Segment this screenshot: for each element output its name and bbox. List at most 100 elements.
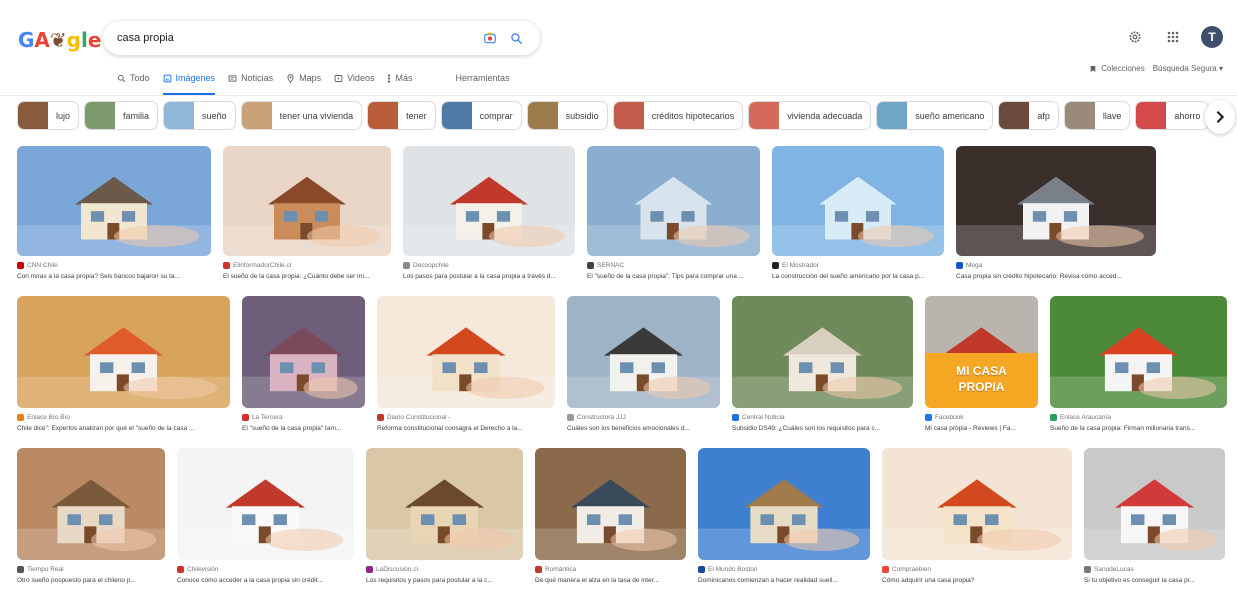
result-title-link[interactable]: Los requisitos y pasos para postular a l… [366, 577, 523, 584]
result-title-link[interactable]: De qué manera el alza en la tasa de inte… [535, 577, 686, 584]
chip-afp[interactable]: afp [998, 101, 1059, 130]
result-source[interactable]: Central Noticia [732, 413, 913, 422]
result-title-link[interactable]: Cómo adquirir una casa propia? [882, 577, 1072, 584]
result-title-link[interactable]: Mi casa propia - Reviews | Fa... [925, 425, 1038, 432]
result-title-link[interactable]: Dominicanos comienzan a hacer realidad s… [698, 577, 870, 584]
apps-grid-icon[interactable] [1163, 27, 1183, 47]
result-source[interactable]: Chilevisión [177, 565, 354, 574]
image-result-card[interactable]: CNN Chile Con miras a la casa propia? Sei… [17, 146, 211, 280]
result-thumbnail-image[interactable] [17, 146, 211, 256]
result-thumbnail-image[interactable] [17, 448, 165, 560]
result-thumbnail-image[interactable] [177, 448, 354, 560]
result-thumbnail-image[interactable] [366, 448, 523, 560]
result-thumbnail-image[interactable] [698, 448, 870, 560]
account-avatar[interactable]: T [1201, 26, 1223, 48]
image-result-card[interactable]: Enlace Bío Bío Chile dice": Expertos anal… [17, 296, 230, 432]
tab-maps[interactable]: Maps [286, 68, 321, 88]
collections-link[interactable]: Colecciones [1089, 64, 1145, 73]
result-title-link[interactable]: El "sueño de la casa propia": Tips para … [587, 273, 760, 280]
image-result-card[interactable]: Constructora JJJ Cuáles son los beneficio… [567, 296, 720, 432]
image-result-card[interactable]: Tiempo Real Otro sueño pospuesto para el … [17, 448, 165, 584]
result-source[interactable]: SanodeLucas [1084, 565, 1225, 574]
result-title-link[interactable]: Si tu objetivo es conseguir la casa pr..… [1084, 577, 1225, 584]
image-result-card[interactable]: Decoopchile Los pasos para postular a la … [403, 146, 575, 280]
result-source[interactable]: Enlace Bío Bío [17, 413, 230, 422]
result-source[interactable]: Romántica [535, 565, 686, 574]
image-result-card[interactable]: El Mundo Boston Dominicanos comienzan a h… [698, 448, 870, 584]
result-source[interactable]: Tiempo Real [17, 565, 165, 574]
chip-vivienda-adecuada[interactable]: vivienda adecuada [748, 101, 872, 130]
image-result-card[interactable]: Diario Constitucional - Reforma constituc… [377, 296, 555, 432]
image-result-card[interactable]: MI CASA PROPIA Facebook Mi casa propia - Re… [925, 296, 1038, 432]
result-title-link[interactable]: Conoce cómo acceder a la casa propia sin… [177, 577, 354, 584]
result-title-link[interactable]: Otro sueño pospuesto para el chileno p..… [17, 577, 165, 584]
result-thumbnail-image[interactable] [732, 296, 913, 408]
chip-créditos-hipotecarios[interactable]: créditos hipotecarios [612, 101, 744, 130]
image-result-card[interactable]: El Mostrador La construcción del sueño am… [772, 146, 944, 280]
result-title-link[interactable]: Sueño de la casa propia: Firman millonar… [1050, 425, 1227, 432]
settings-gear-icon[interactable] [1125, 27, 1145, 47]
result-source[interactable]: Constructora JJJ [567, 413, 720, 422]
result-title-link[interactable]: La construcción del sueño americano por … [772, 273, 944, 280]
result-source[interactable]: Decoopchile [403, 261, 575, 270]
result-source[interactable]: Diario Constitucional - [377, 413, 555, 422]
result-thumbnail-image[interactable] [535, 448, 686, 560]
safe-search-dropdown[interactable]: Búsqueda Segura ▾ [1153, 64, 1223, 73]
result-thumbnail-image[interactable] [882, 448, 1072, 560]
result-title-link[interactable]: Reforma constitucional consagra el Derec… [377, 425, 555, 432]
result-source[interactable]: Mega [956, 261, 1156, 270]
image-result-card[interactable]: Mega Casa propia sin crédito hipotecario:… [956, 146, 1156, 280]
result-thumbnail-image[interactable] [1050, 296, 1227, 408]
image-result-card[interactable]: ElinformadorChile.cl El sueño de la casa … [223, 146, 391, 280]
search-input[interactable] [117, 32, 474, 44]
image-result-card[interactable]: SERNAC El "sueño de la casa propia": Tips… [587, 146, 760, 280]
tab-mas[interactable]: Más [387, 68, 412, 88]
result-source[interactable]: Facebook [925, 413, 1038, 422]
chip-comprar[interactable]: comprar [440, 101, 522, 130]
image-result-card[interactable]: La Tercera El "sueño de la casa propia" t… [242, 296, 365, 432]
result-title-link[interactable]: Cuáles son los beneficios emocionales d.… [567, 425, 720, 432]
search-box[interactable] [103, 21, 540, 55]
image-result-card[interactable]: Romántica De qué manera el alza en la tas… [535, 448, 686, 584]
google-logo[interactable]: G A ❦ g l e [18, 27, 101, 53]
result-source[interactable]: ElinformadorChile.cl [223, 261, 391, 270]
result-source[interactable]: LaDiscusión.cl [366, 565, 523, 574]
chip-lujo[interactable]: lujo [17, 101, 80, 130]
tab-videos[interactable]: Videos [334, 68, 374, 88]
result-thumbnail-image[interactable] [242, 296, 365, 408]
search-icon[interactable] [506, 28, 526, 48]
chip-ahorro[interactable]: ahorro [1135, 101, 1210, 130]
result-title-link[interactable]: El sueño de la casa propia: ¿Cuánto debe… [223, 273, 391, 280]
chip-sueño-americano[interactable]: sueño americano [876, 101, 994, 130]
image-result-card[interactable]: SanodeLucas Si tu objetivo es conseguir l… [1084, 448, 1225, 584]
chip-llave[interactable]: llave [1063, 101, 1131, 130]
result-title-link[interactable]: Casa propia sin crédito hipotecario: Rev… [956, 273, 1156, 280]
camera-search-icon[interactable] [480, 28, 500, 48]
result-title-link[interactable]: Con miras a la casa propia? Seis bancos … [17, 273, 211, 280]
result-source[interactable]: El Mundo Boston [698, 565, 870, 574]
result-thumbnail-image[interactable] [403, 146, 575, 256]
result-source[interactable]: Compraebien [882, 565, 1072, 574]
image-result-card[interactable]: Compraebien Cómo adquirir una casa propia… [882, 448, 1072, 584]
image-result-card[interactable]: LaDiscusión.cl Los requisitos y pasos par… [366, 448, 523, 584]
result-thumbnail-image[interactable]: MI CASA PROPIA [925, 296, 1038, 408]
result-thumbnail-image[interactable] [377, 296, 555, 408]
result-thumbnail-image[interactable] [567, 296, 720, 408]
chip-subsidio[interactable]: subsidio [526, 101, 608, 130]
tab-noticias[interactable]: Noticias [228, 68, 273, 88]
image-result-card[interactable]: Enlace Araucanía Sueño de la casa propia:… [1050, 296, 1227, 432]
tab-herramientas[interactable]: Herramientas [455, 68, 509, 88]
result-source[interactable]: El Mostrador [772, 261, 944, 270]
result-source[interactable]: La Tercera [242, 413, 365, 422]
image-result-card[interactable]: Chilevisión Conoce cómo acceder a la casa… [177, 448, 354, 584]
chip-sueño[interactable]: sueño [163, 101, 236, 130]
result-title-link[interactable]: El "sueño de la casa propia" tam... [242, 425, 365, 432]
result-thumbnail-image[interactable] [956, 146, 1156, 256]
chip-tener[interactable]: tener [367, 101, 436, 130]
result-thumbnail-image[interactable] [223, 146, 391, 256]
result-thumbnail-image[interactable] [772, 146, 944, 256]
result-source[interactable]: CNN Chile [17, 261, 211, 270]
result-source[interactable]: Enlace Araucanía [1050, 413, 1227, 422]
result-title-link[interactable]: Los pasos para postular a la casa propia… [403, 273, 575, 280]
result-thumbnail-image[interactable] [587, 146, 760, 256]
